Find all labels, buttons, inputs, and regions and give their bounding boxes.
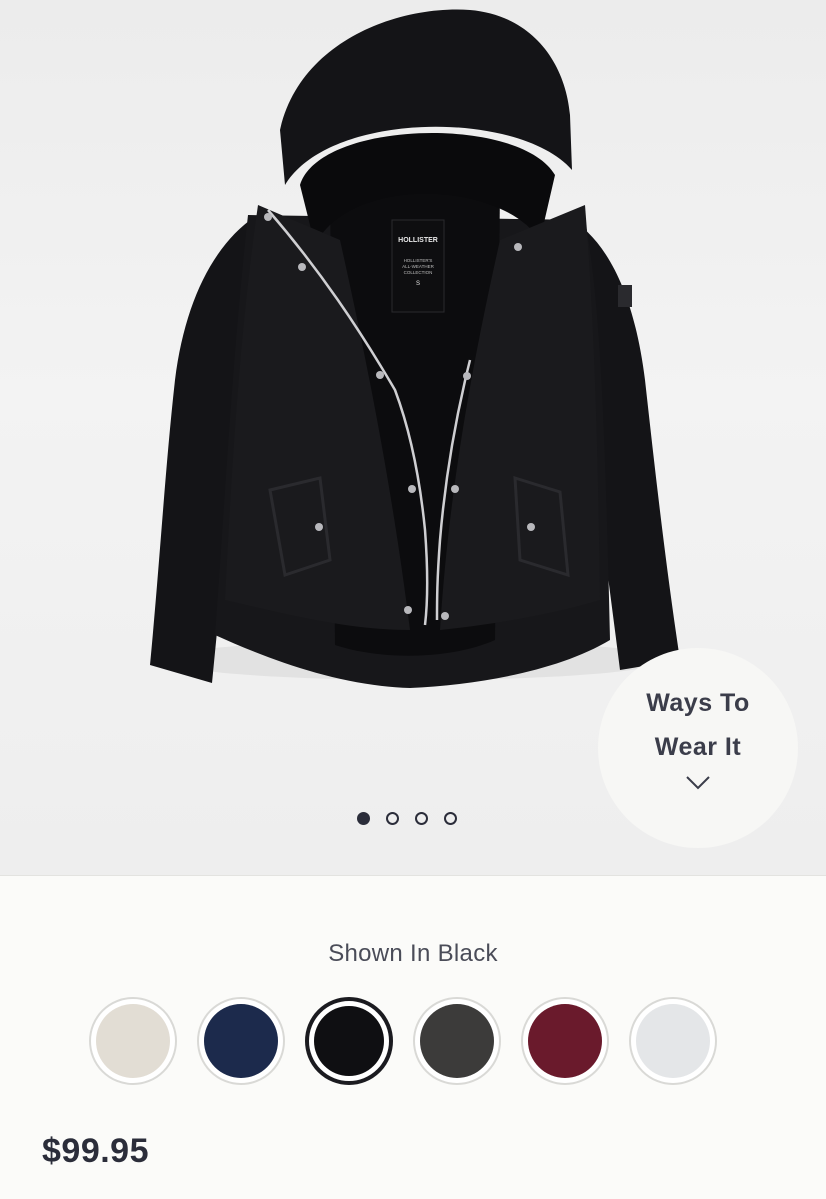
swatch-color-fill [420,1004,494,1078]
gallery-dot-4[interactable] [444,812,457,825]
ways-to-wear-it-label: Ways To Wear It [646,689,750,761]
gallery-dot-2[interactable] [386,812,399,825]
color-swatch[interactable] [305,997,393,1085]
color-swatch[interactable] [413,997,501,1085]
swatch-color-fill [204,1004,278,1078]
color-swatch[interactable] [629,997,717,1085]
jacket-tag-line: COLLECTION [404,270,433,275]
gallery-dot-1[interactable] [357,812,370,825]
product-price: $99.95 [42,1132,149,1170]
chevron-down-icon [686,776,710,790]
swatch-color-fill [636,1004,710,1078]
swatch-color-fill [314,1006,384,1076]
swatch-color-fill [96,1004,170,1078]
gallery-dot-3[interactable] [415,812,428,825]
color-swatch[interactable] [89,997,177,1085]
section-divider [0,875,826,876]
jacket-tag-size: S [416,281,420,287]
jacket-tag-line: HOLLISTER'S [404,258,433,263]
swatch-color-fill [528,1004,602,1078]
ways-to-wear-it-button[interactable]: Ways To Wear It [598,648,798,848]
shown-in-color-label: Shown In Black [328,940,498,967]
jacket-tag-line: ALL-WEATHER [402,264,434,269]
jacket-tag-brand: HOLLISTER [398,237,438,244]
color-swatch-list [89,997,717,1085]
color-swatch[interactable] [197,997,285,1085]
gallery-pagination [357,812,457,825]
color-swatch[interactable] [521,997,609,1085]
product-image-gallery[interactable]: HOLLISTER HOLLISTER'S ALL-WEATHER COLLEC… [0,0,826,875]
